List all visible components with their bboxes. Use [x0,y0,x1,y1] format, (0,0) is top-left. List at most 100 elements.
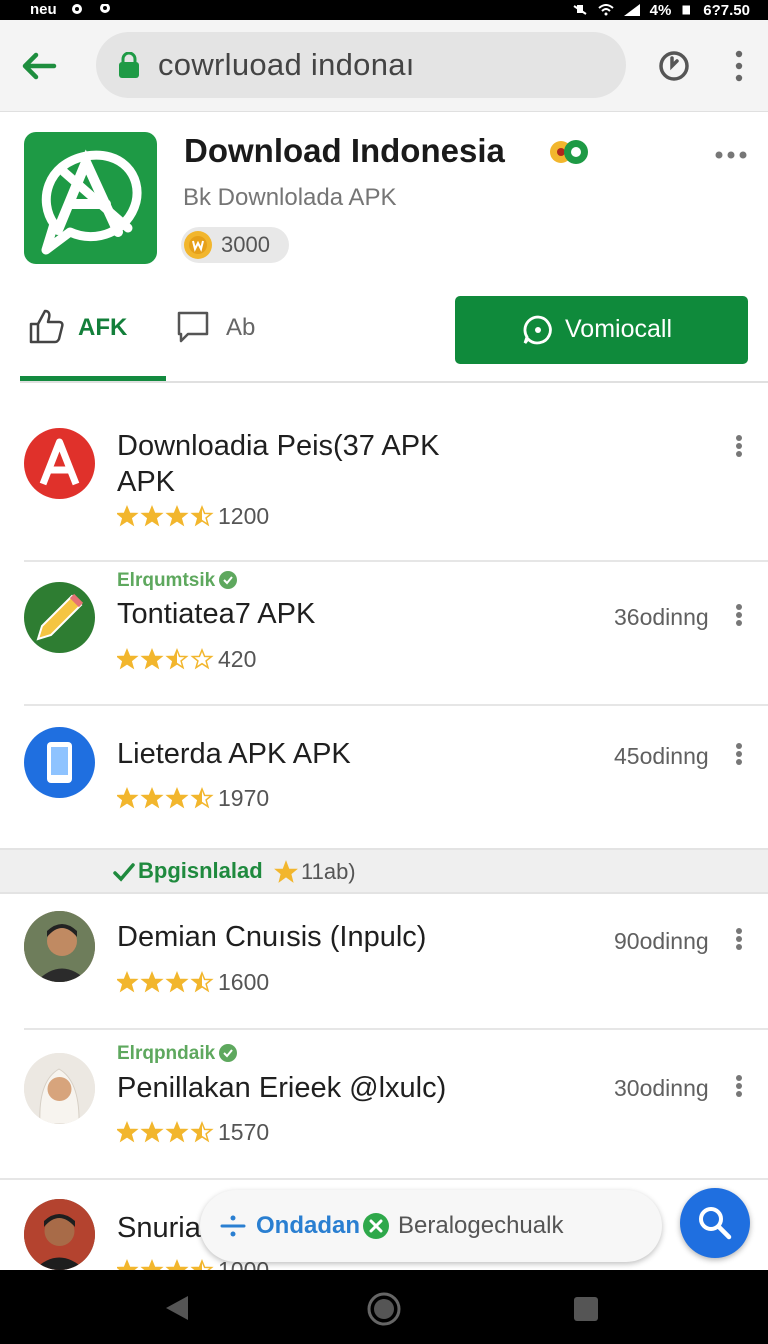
url-text: cowrluoad indonaı [158,47,415,82]
toggle-badge-icon [550,140,588,164]
system-nav-bar [0,1270,768,1344]
rating: 420 [117,645,256,673]
item-more-icon[interactable] [733,603,745,627]
star [140,971,164,993]
nav-home-icon[interactable] [367,1292,401,1326]
star-rating-icon [117,1121,214,1143]
star [190,648,214,670]
rating-count: 1570 [218,1118,270,1145]
filter-icon [220,1215,246,1237]
app-logo-icon [24,132,157,264]
address-bar[interactable]: cowrluoad indonaı [96,32,626,98]
star [117,787,139,809]
call-button-label: Vomiocall [565,315,672,343]
item-size: 36odinng [614,604,709,630]
star [140,1121,164,1143]
verified-icon [219,571,238,589]
rating: 1970 [117,784,269,812]
star-icon [274,860,298,883]
section-header: Bpgisnlalad 11ab) [0,848,768,894]
developer-tag: Elrqpndaik [117,1043,238,1065]
list-item-title[interactable]: Snuria [117,1210,201,1246]
wifi-icon [597,4,614,16]
rating-count: 420 [218,645,257,672]
woman-avatar [24,1053,95,1124]
search-button[interactable] [680,1188,750,1258]
star [117,648,139,670]
rating-count: 1200 [218,502,270,529]
item-more-icon[interactable] [733,742,745,766]
message-icon [71,4,82,14]
developer-name: Elrqpndaik [117,1043,216,1064]
section-label: Bpgisnlalad [138,858,263,883]
more-options-icon[interactable] [714,148,748,162]
verified-icon [219,1044,238,1062]
reload-icon[interactable] [656,48,692,84]
star-rating-icon [117,648,214,670]
divider [20,381,768,383]
tab-ab[interactable]: Ab [176,296,286,376]
star [190,1121,214,1143]
filter-pill[interactable]: Ondadan Beralogechualk [200,1190,662,1262]
divider [24,1028,768,1030]
star [190,787,214,809]
phone-icon [24,727,95,798]
tab-afk[interactable]: AFK [20,296,166,382]
list-item-title[interactable]: Tontiatea7 APK [117,596,315,632]
star [165,1121,189,1143]
search-icon [699,1207,732,1240]
developer-name: Elrqumtsik [117,570,216,591]
mute-icon [573,5,587,15]
developer-tag: Elrqumtsik [117,570,238,592]
back-arrow-icon[interactable] [20,48,58,84]
pencil-icon [24,582,95,653]
star-rating-icon [117,505,214,527]
item-more-icon[interactable] [733,927,745,951]
item-more-icon[interactable] [733,1074,745,1098]
battery-icon [682,5,691,15]
status-bar: neu 4% 6?7.50 [0,0,768,20]
star [117,1121,139,1143]
item-size: 30odinng [614,1075,709,1101]
divider [24,560,768,562]
tab-ab-label: Ab [226,314,256,341]
overflow-menu-icon[interactable] [730,48,748,84]
star [190,505,214,527]
app-subtitle: Bk Downlolada APK [183,184,397,211]
star [117,971,139,993]
star-rating-icon [117,971,214,993]
coin-icon [184,231,212,259]
chat-bubble-icon [523,315,552,345]
list-item-title[interactable]: Lieterda APK APK [117,736,351,772]
star [190,971,214,993]
close-badge-icon[interactable] [362,1212,390,1240]
call-button[interactable]: Vomiocall [455,296,748,364]
filter-value: Beralogechualk [398,1212,564,1239]
list-item-title[interactable]: Penillakan Erieek @lxulc) [117,1070,446,1106]
rating-count: 1970 [218,784,270,811]
lock-icon [119,52,139,78]
star [140,787,164,809]
nav-recents-icon[interactable] [573,1296,599,1322]
coin-count: 3000 [221,232,270,257]
checkmark-icon [113,863,135,882]
star [165,971,189,993]
star [117,505,139,527]
item-size: 45odinng [614,743,709,769]
list-item-title[interactable]: Downloadia Peis(37 APK [117,428,439,464]
comment-icon [177,311,209,343]
star [140,505,164,527]
star [165,505,189,527]
man2-avatar [24,1199,95,1270]
divider [24,704,768,706]
star [140,648,164,670]
list-item-title[interactable]: Demian Cnuısis (Inpulc) [117,919,426,955]
item-more-icon[interactable] [733,434,745,458]
nav-back-icon[interactable] [164,1294,190,1322]
red-a-icon [24,428,95,499]
clock: 6?7.50 [703,1,750,19]
browser-toolbar: cowrluoad indonaı [0,20,768,112]
thumbs-up-icon [29,309,64,344]
list-item-title-cont: APK [117,466,176,498]
battery-percent: 4% [649,1,672,19]
